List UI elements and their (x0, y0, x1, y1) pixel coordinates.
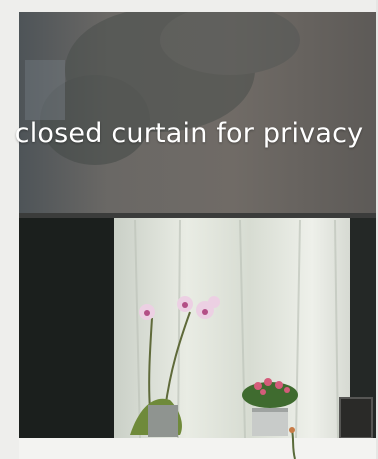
blind-bottom-bar (19, 213, 376, 218)
metal-bucket (252, 408, 288, 436)
caption-text: closed curtain for privacy (14, 118, 364, 149)
interior-left (19, 218, 114, 438)
photo-scene: closed curtain for privacy (0, 0, 378, 459)
picture-frame (339, 397, 373, 439)
glass-pot (148, 405, 178, 437)
frame-top (0, 0, 378, 12)
window-photo (0, 0, 378, 459)
frame-left (0, 0, 19, 459)
window-sill (0, 438, 378, 459)
